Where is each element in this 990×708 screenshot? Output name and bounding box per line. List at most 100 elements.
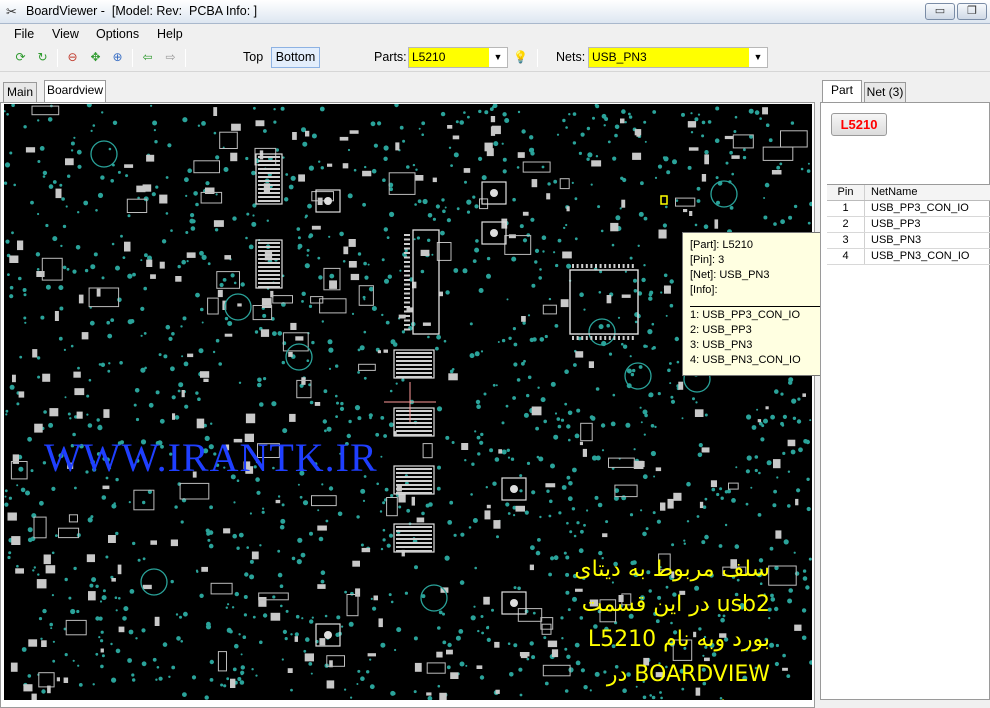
back-arrow-icon[interactable]: ⇦ xyxy=(139,49,156,66)
pcb-element xyxy=(506,298,509,301)
menu-help[interactable]: Help xyxy=(157,27,183,41)
pcb-element xyxy=(290,688,293,692)
pcb-element xyxy=(18,391,25,398)
pcb-element xyxy=(446,665,451,670)
redo-icon[interactable]: ↻ xyxy=(34,49,51,66)
pcb-element xyxy=(774,606,779,612)
tab-part[interactable]: Part xyxy=(822,80,862,103)
parts-combo[interactable]: L5210 ▼ xyxy=(408,47,508,68)
pcb-element xyxy=(258,180,280,182)
pcb-element xyxy=(257,382,262,388)
pcb-element xyxy=(317,525,327,531)
pcb-element xyxy=(742,155,747,160)
pcb-element xyxy=(322,419,327,424)
pcb-element xyxy=(634,129,642,136)
tab-net[interactable]: Net (3) xyxy=(864,82,906,103)
pcb-element xyxy=(598,291,602,294)
pcb-element xyxy=(335,415,338,418)
side-top-button[interactable]: Top xyxy=(243,50,263,64)
pcb-element xyxy=(58,336,63,341)
menu-view[interactable]: View xyxy=(52,27,79,41)
pcb-element xyxy=(475,239,479,243)
pcb-element xyxy=(404,319,410,322)
nets-combo[interactable]: USB_PN3 ▼ xyxy=(588,47,768,68)
pcb-element xyxy=(605,520,609,524)
minimize-button[interactable]: ▭ xyxy=(925,3,955,20)
pcb-element xyxy=(304,263,310,269)
pcb-element xyxy=(249,574,255,580)
pcb-element xyxy=(495,689,500,694)
pcb-element xyxy=(273,108,276,111)
pcb-element xyxy=(404,315,410,317)
pcb-element xyxy=(394,104,399,108)
zoom-out-icon[interactable]: ⊖ xyxy=(64,49,81,66)
pcb-element xyxy=(13,183,16,187)
pcb-element xyxy=(95,584,99,588)
pcb-element xyxy=(615,215,621,221)
pcb-element xyxy=(171,665,176,670)
side-bottom-button[interactable]: Bottom xyxy=(271,47,320,68)
pcb-element xyxy=(396,534,432,536)
pcb-element xyxy=(77,366,80,370)
nets-combo-value: USB_PN3 xyxy=(589,48,749,67)
table-row[interactable]: 3 USB_PN3 xyxy=(827,233,990,249)
restore-button[interactable]: ❐ xyxy=(957,3,987,20)
pcb-element xyxy=(547,182,551,186)
pcb-element xyxy=(621,294,631,298)
pcb-element xyxy=(23,293,27,297)
pcb-element xyxy=(389,389,393,393)
pcb-element xyxy=(633,448,636,451)
pcb-element xyxy=(541,235,547,240)
pcb-element xyxy=(185,231,189,234)
pcb-element xyxy=(383,145,389,151)
forward-arrow-icon[interactable]: ⇨ xyxy=(162,49,179,66)
pcb-element xyxy=(460,532,465,537)
pcb-element xyxy=(427,696,433,700)
pcb-element xyxy=(477,629,480,633)
pcb-element xyxy=(329,273,335,279)
pcb-element xyxy=(102,485,110,490)
pcb-element xyxy=(553,251,556,254)
pcb-element xyxy=(396,356,432,358)
zoom-in-icon[interactable]: ⊕ xyxy=(109,49,126,66)
pcb-element xyxy=(39,146,45,151)
pcb-element xyxy=(47,117,53,122)
pcb-element xyxy=(41,257,63,281)
pcb-element xyxy=(386,497,398,517)
column-header-pin[interactable]: Pin xyxy=(827,185,865,200)
pcb-element xyxy=(675,197,696,207)
refresh-icon[interactable]: ⟳ xyxy=(12,49,29,66)
table-row[interactable]: 4 USB_PN3_CON_IO xyxy=(827,249,990,265)
column-header-netname[interactable]: NetName xyxy=(865,185,990,200)
pcb-element xyxy=(187,168,192,173)
table-row[interactable]: 2 USB_PP3 xyxy=(827,217,990,233)
pcb-element xyxy=(223,528,231,534)
lightbulb-icon[interactable]: 💡 xyxy=(512,49,529,66)
pcb-element xyxy=(134,388,140,393)
pcb-element xyxy=(511,256,517,262)
pcb-element xyxy=(70,344,74,348)
tab-boardview[interactable]: Boardview xyxy=(44,80,106,103)
pcb-element xyxy=(227,321,233,326)
menu-file[interactable]: File xyxy=(14,27,34,41)
pcb-element xyxy=(683,209,688,213)
pcb-element xyxy=(396,360,432,362)
pcb-element xyxy=(757,513,762,517)
table-row[interactable]: 1 USB_PP3_CON_IO xyxy=(827,201,990,217)
pcb-element xyxy=(795,498,799,506)
pcb-element xyxy=(704,497,708,501)
tab-main[interactable]: Main xyxy=(3,82,37,103)
pcb-element xyxy=(306,254,309,257)
pcb-element xyxy=(37,119,40,122)
pcb-element xyxy=(743,148,746,152)
pcb-element xyxy=(690,112,693,115)
part-name-button[interactable]: L5210 xyxy=(831,113,887,136)
pcb-element xyxy=(101,276,105,280)
pcb-element xyxy=(16,402,20,406)
board-canvas[interactable]: WWW.IRANTK.IR سلف مربوط به دیتای usb2 در… xyxy=(4,104,812,700)
pcb-element xyxy=(497,341,500,343)
menu-options[interactable]: Options xyxy=(96,27,139,41)
fit-icon[interactable]: ✥ xyxy=(87,49,104,66)
chevron-down-icon[interactable]: ▼ xyxy=(751,48,765,67)
chevron-down-icon[interactable]: ▼ xyxy=(491,48,505,67)
